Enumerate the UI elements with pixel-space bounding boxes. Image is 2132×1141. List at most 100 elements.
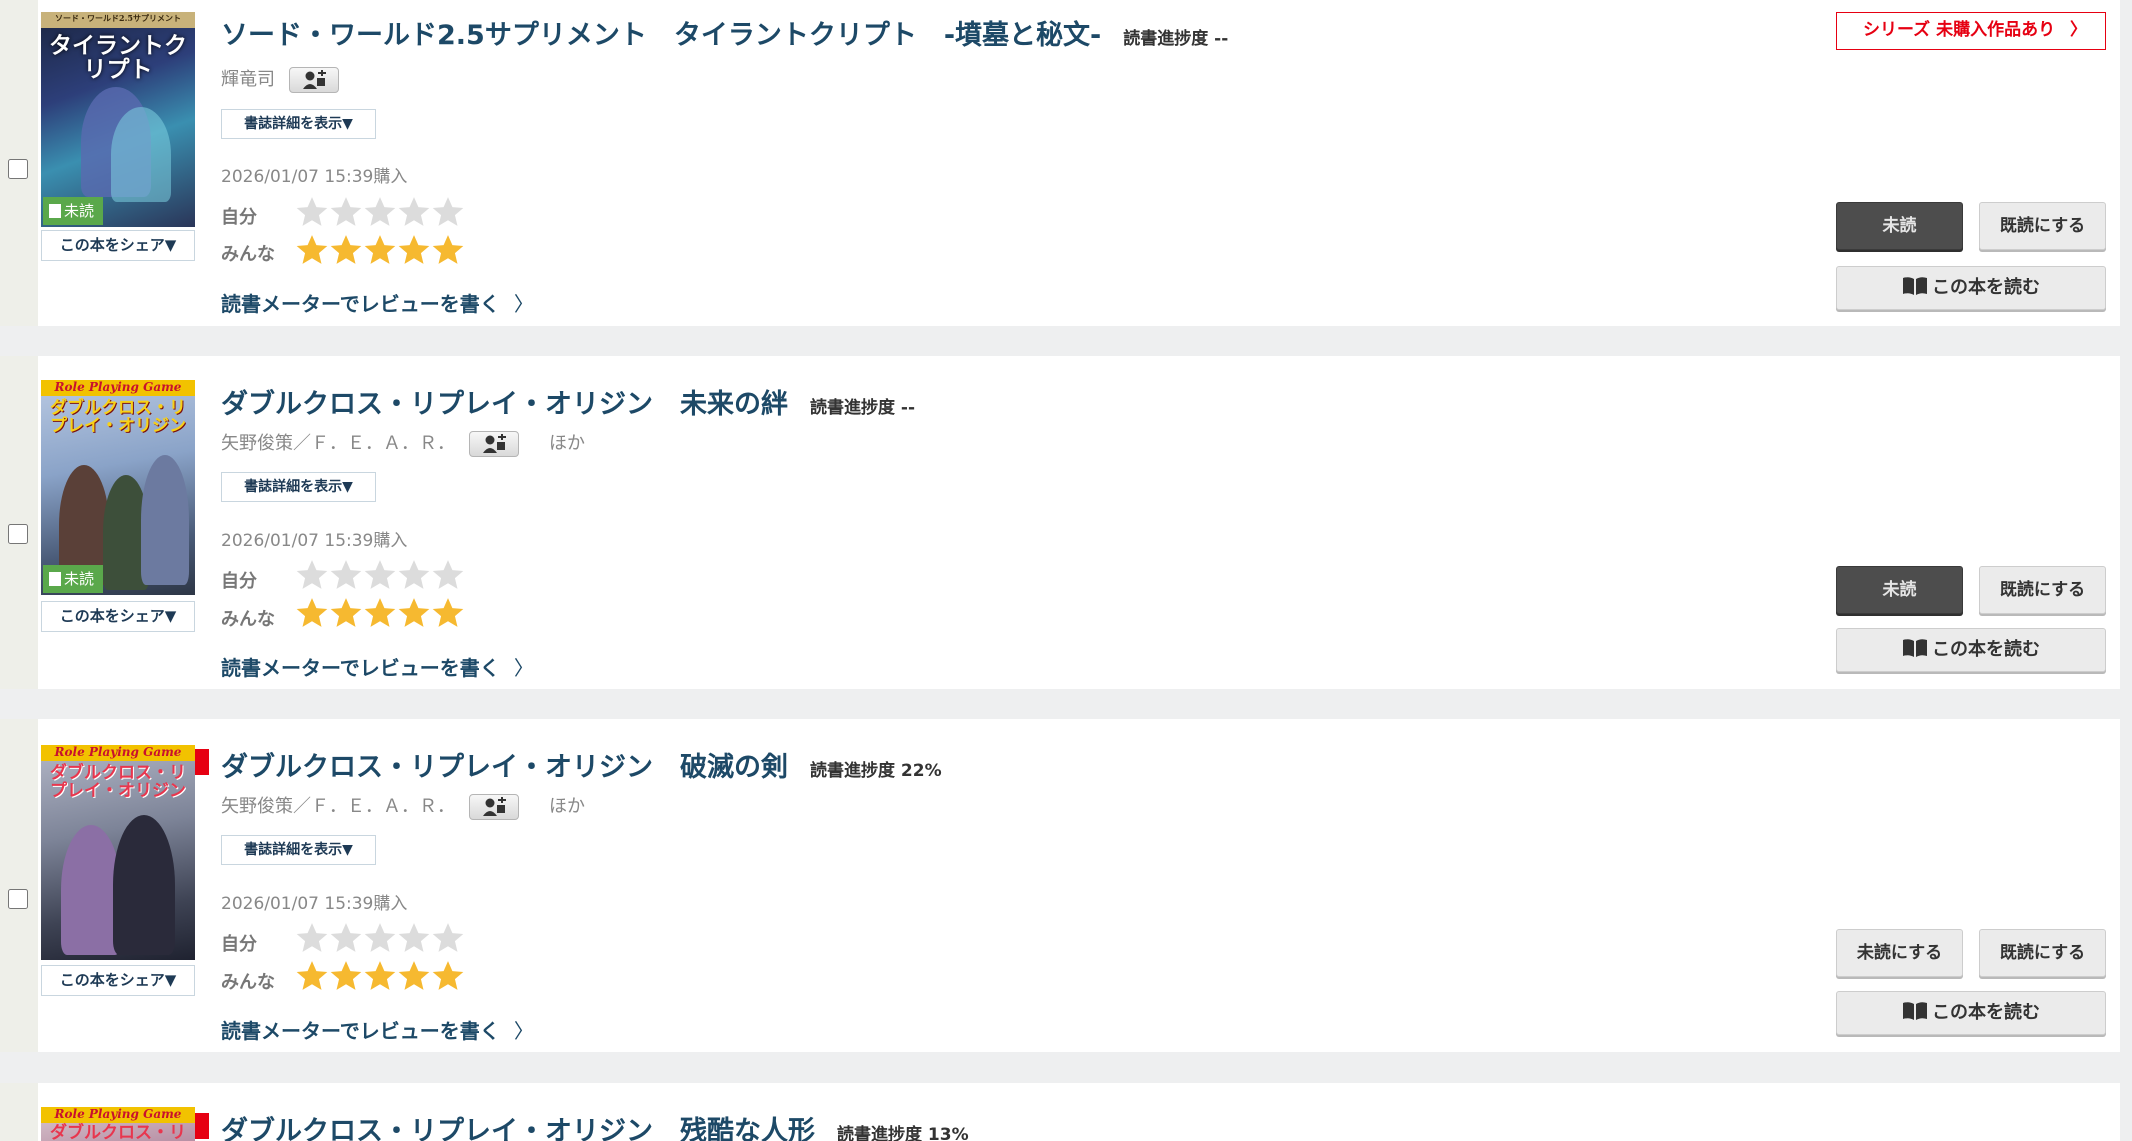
book-title-row: ソード・ワールド2.5サプリメント タイラントクリプト -墳墓と秘文- 読書進捗度… [221,13,1228,52]
star-empty-icon[interactable] [431,921,465,955]
read-book-label: この本を読む [1932,1002,2040,1023]
author-name[interactable]: 矢野俊策／Ｆ．Ｅ．Ａ．Ｒ． [221,796,455,817]
star-filled-icon [364,598,396,627]
reading-progress: 読書進捗度 -- [810,398,916,418]
mark-unread-button[interactable]: 未読にする [1836,929,1963,977]
purchase-date: 2026/01/07 15:39購入 [221,167,408,187]
book-cover[interactable]: ソード・ワールド2.5サプリメント タイラントクリプト 未読 [41,12,195,227]
chevron-right-icon: 〉 [2070,20,2087,40]
series-unpurchased-link[interactable]: シリーズ 未購入作品あり〉 [1836,12,2106,50]
book-title[interactable]: ソード・ワールド2.5サプリメント タイラントクリプト -墳墓と秘文- [221,20,1101,51]
read-book-button[interactable]: この本を読む [1836,991,2106,1035]
self-rating-stars[interactable] [295,921,465,959]
unread-status-button[interactable]: 未読 [1836,202,1963,250]
write-review-label: 読書メーターでレビューを書く [221,656,500,680]
read-book-label: この本を読む [1932,639,2040,660]
book-cover[interactable]: Role Playing Game ダブルクロス・リプレイ・オリジン [41,745,195,960]
select-checkbox[interactable] [8,159,28,179]
everyone-rating-label: みんな [221,972,275,993]
star-empty-icon[interactable] [363,921,397,955]
select-checkbox[interactable] [8,889,28,909]
share-button[interactable]: この本をシェア▼ [41,230,195,261]
mark-read-button[interactable]: 既読にする [1979,202,2106,250]
book-title-row: ダブルクロス・リプレイ・オリジン 破滅の剣 読書進捗度 22% [221,745,942,784]
book-cover[interactable]: Role Playing Game ダブルクロス・リプレイ・オリジン 未読 [41,380,195,595]
cover-title-text: ダブルクロス・リプレイ・オリジン [50,763,186,801]
star-empty-icon[interactable] [397,195,431,229]
self-rating-stars[interactable] [295,558,465,596]
star-filled-icon [296,961,328,990]
unread-badge-label: 未読 [64,202,95,220]
star-empty-icon[interactable] [329,195,363,229]
self-rating-label: 自分 [221,571,257,592]
star-filled-icon [432,598,464,627]
follow-author-icon [483,434,506,453]
star-empty-icon[interactable] [431,195,465,229]
author-name[interactable]: 輝竜司 [221,69,275,90]
cover-figure [141,455,189,585]
author-line: 輝竜司 [221,65,339,95]
new-marker [195,1113,209,1139]
book-detail-button[interactable]: 書誌詳細を表示▼ [221,472,376,502]
self-rating-stars[interactable] [295,195,465,233]
author-line: 矢野俊策／Ｆ．Ｅ．Ａ．Ｒ． ほか [221,429,585,459]
unread-badge: 未読 [43,565,103,593]
star-empty-icon[interactable] [397,558,431,592]
star-empty-icon[interactable] [363,558,397,592]
follow-author-button[interactable] [469,794,519,820]
star-filled-icon [432,235,464,264]
read-book-button[interactable]: この本を読む [1836,266,2106,310]
series-unpurchased-label: シリーズ 未購入作品あり [1863,20,2056,40]
mark-read-button[interactable]: 既読にする [1979,929,2106,977]
cover-top-text: ソード・ワールド2.5サプリメント [55,13,181,23]
star-filled-icon [398,598,430,627]
book-title-row: ダブルクロス・リプレイ・オリジン 残酷な人形 読書進捗度 13% [221,1109,969,1141]
book-row: ソード・ワールド2.5サプリメント タイラントクリプト 未読 この本をシェア▼ … [0,0,2120,326]
select-checkbox[interactable] [8,524,28,544]
book-detail-button[interactable]: 書誌詳細を表示▼ [221,835,376,865]
read-book-button[interactable]: この本を読む [1836,628,2106,672]
self-rating-label: 自分 [221,207,257,228]
write-review-label: 読書メーターでレビューを書く [221,292,500,316]
author-name[interactable]: 矢野俊策／Ｆ．Ｅ．Ａ．Ｒ． [221,433,455,454]
book-detail-button[interactable]: 書誌詳細を表示▼ [221,109,376,139]
book-row: Role Playing Game ダブルクロス・リプレイ・オリジン 未読 この… [0,356,2120,689]
write-review-link[interactable]: 読書メーターでレビューを書く〉 [221,288,534,317]
reading-progress: 読書進捗度 -- [1123,29,1229,49]
star-empty-icon[interactable] [329,558,363,592]
purchase-date: 2026/01/07 15:39購入 [221,894,408,914]
follow-author-button[interactable] [289,67,339,93]
star-filled-icon [398,961,430,990]
star-empty-icon[interactable] [363,195,397,229]
book-title[interactable]: ダブルクロス・リプレイ・オリジン 未来の絆 [221,389,788,420]
star-filled-icon [296,235,328,264]
star-empty-icon[interactable] [397,921,431,955]
mark-read-button[interactable]: 既読にする [1979,566,2106,614]
follow-author-button[interactable] [469,431,519,457]
new-marker [195,749,209,775]
share-button[interactable]: この本をシェア▼ [41,601,195,632]
cover-title-text: ダブルクロス・リプレイ・オ [50,1123,186,1141]
book-title[interactable]: ダブルクロス・リプレイ・オリジン 破滅の剣 [221,752,788,783]
write-review-link[interactable]: 読書メーターでレビューを書く〉 [221,652,534,681]
everyone-rating-stars [295,596,465,634]
cover-title-text: ダブルクロス・リプレイ・オリジン [50,398,186,436]
book-icon [49,572,61,586]
star-filled-icon [364,235,396,264]
star-empty-icon[interactable] [295,558,329,592]
chevron-right-icon: 〉 [513,1019,534,1043]
cover-figure [111,107,171,202]
star-filled-icon [296,598,328,627]
unread-badge: 未読 [43,197,103,225]
write-review-link[interactable]: 読書メーターでレビューを書く〉 [221,1015,534,1044]
star-empty-icon[interactable] [329,921,363,955]
star-empty-icon[interactable] [295,921,329,955]
star-empty-icon[interactable] [295,195,329,229]
row-sidebar [0,719,38,1052]
book-cover[interactable]: Role Playing Game ダブルクロス・リプレイ・オ [41,1107,195,1141]
share-button[interactable]: この本をシェア▼ [41,965,195,996]
book-title[interactable]: ダブルクロス・リプレイ・オリジン 残酷な人形 [221,1116,815,1141]
star-empty-icon[interactable] [431,558,465,592]
cover-top-text: Role Playing Game [54,745,182,759]
unread-status-button[interactable]: 未読 [1836,566,1963,614]
